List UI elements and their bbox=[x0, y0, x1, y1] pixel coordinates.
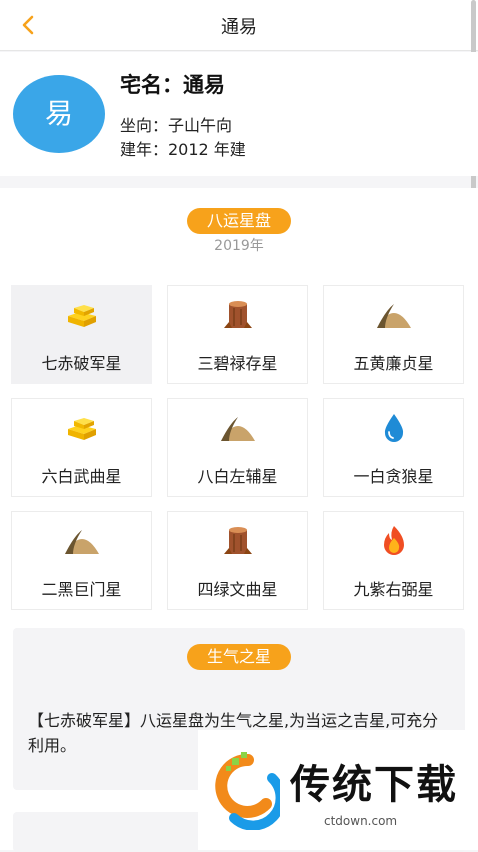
avatar: 易 bbox=[13, 75, 105, 153]
star-cell[interactable]: 五黄廉贞星 bbox=[323, 285, 464, 384]
star-cell[interactable]: 二黑巨门星 bbox=[11, 511, 152, 610]
star-cell[interactable]: 三碧禄存星 bbox=[167, 285, 308, 384]
star-cell[interactable]: 四绿文曲星 bbox=[167, 511, 308, 610]
fire-icon bbox=[383, 526, 404, 555]
house-name: 宅名：通易 bbox=[120, 73, 225, 97]
star-cell[interactable]: 八白左辅星 bbox=[167, 398, 308, 497]
star-label: 六白武曲星 bbox=[41, 467, 122, 486]
star-cell[interactable]: 一白贪狼星 bbox=[323, 398, 464, 497]
house-direction: 坐向：子山午向 bbox=[120, 116, 233, 135]
star-cell[interactable]: 六白武曲星 bbox=[11, 398, 152, 497]
panel-title-badge: 八运星盘 bbox=[187, 208, 291, 234]
page-title: 通易 bbox=[221, 17, 257, 38]
star-type-badge: 生气之星 bbox=[187, 644, 291, 670]
watermark: 传统下载 ctdown.com bbox=[198, 730, 478, 850]
gold-bars-icon bbox=[67, 418, 96, 440]
brand-logo-icon bbox=[215, 752, 280, 830]
earth-mound-icon bbox=[220, 417, 255, 441]
star-label: 九紫右弼星 bbox=[353, 580, 434, 599]
star-cell[interactable]: 七赤破军星 bbox=[11, 285, 152, 384]
water-drop-icon bbox=[384, 414, 403, 442]
earth-mound-icon bbox=[376, 304, 411, 328]
gold-bars-icon bbox=[67, 305, 96, 327]
watermark-brand: 传统下载 bbox=[290, 762, 458, 808]
star-label: 三碧禄存星 bbox=[197, 354, 278, 373]
star-cell[interactable]: 九紫右弼星 bbox=[323, 511, 464, 610]
top-bar: 通易 bbox=[0, 0, 478, 51]
house-header-card: 易 宅名：通易 坐向：子山午向 建年：2012 年建 bbox=[0, 52, 478, 176]
star-label: 七赤破军星 bbox=[41, 354, 122, 373]
earth-mound-icon bbox=[64, 530, 99, 554]
star-label: 五黄廉贞星 bbox=[353, 354, 434, 373]
watermark-url: ctdown.com bbox=[324, 814, 398, 828]
star-label: 八白左辅星 bbox=[197, 467, 278, 486]
star-label: 二黑巨门星 bbox=[41, 580, 122, 599]
wood-stump-icon bbox=[223, 527, 252, 554]
house-build-year: 建年：2012 年建 bbox=[120, 140, 246, 159]
panel-year: 2019年 bbox=[214, 238, 264, 254]
star-label: 一白贪狼星 bbox=[353, 467, 434, 486]
wood-stump-icon bbox=[223, 301, 252, 328]
star-label: 四绿文曲星 bbox=[197, 580, 278, 599]
